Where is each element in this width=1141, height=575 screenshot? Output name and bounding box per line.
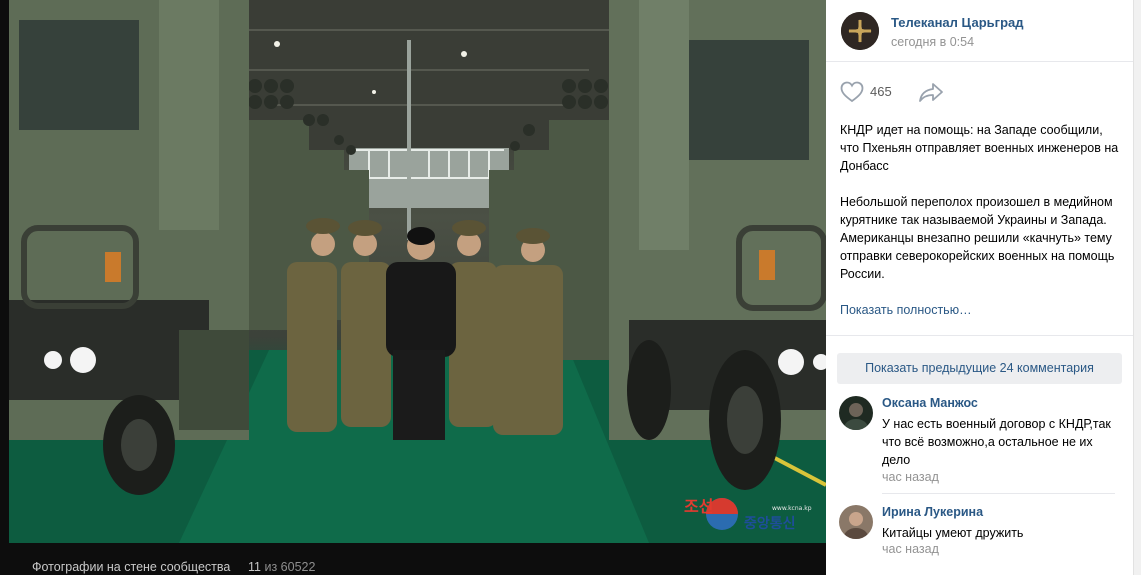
post-time[interactable]: сегодня в 0:54	[891, 35, 974, 49]
group-avatar[interactable]	[841, 12, 879, 50]
svg-text:조선: 조선	[684, 497, 713, 516]
post-text: КНДР идет на помощь: на Западе сообщили,…	[840, 121, 1120, 301]
svg-text:중앙통신: 중앙통신	[744, 515, 796, 532]
factory-scene	[9, 0, 826, 543]
photo-counter: 11 из 60522	[248, 560, 316, 574]
post-paragraph-1: КНДР идет на помощь: на Западе сообщили,…	[840, 123, 1119, 173]
post-panel: Телеканал Царьград сегодня в 0:54 465 КН…	[826, 0, 1133, 575]
heart-icon[interactable]	[840, 81, 864, 103]
group-name-link[interactable]: Телеканал Царьград	[891, 15, 1024, 30]
comment-author-link[interactable]: Оксана Манжос	[882, 396, 978, 410]
comment-divider	[882, 493, 1115, 494]
user-avatar[interactable]	[839, 505, 873, 539]
comment-text: Китайцы умеют дружить	[882, 526, 1024, 540]
comment-author-link[interactable]: Ирина Лукерина	[882, 505, 983, 519]
scrollbar[interactable]	[1133, 0, 1141, 575]
post-actions: 465	[826, 63, 1133, 119]
comment-text: У нас есть военный договор с КНДР,так чт…	[882, 417, 1111, 467]
post-header: Телеканал Царьград сегодня в 0:54	[826, 0, 1133, 62]
comments-section: Показать предыдущие 24 комментария Оксан…	[826, 335, 1133, 575]
comment-time[interactable]: час назад	[882, 470, 939, 484]
post-paragraph-2: Небольшой переполох произошел в медийном…	[840, 195, 1115, 281]
viewer-footer: Фотографии на стене сообщества 11 из 605…	[0, 543, 826, 575]
share-arrow-icon[interactable]	[918, 81, 944, 103]
show-full-link[interactable]: Показать полностью…	[840, 303, 972, 317]
kcna-watermark: 조선 중앙통신 www.kcna.kp	[680, 492, 820, 532]
svg-text:www.kcna.kp: www.kcna.kp	[772, 505, 812, 512]
post-photo[interactable]: 조선 중앙통신 www.kcna.kp	[9, 0, 826, 543]
like-count: 465	[870, 84, 892, 99]
show-previous-comments-button[interactable]: Показать предыдущие 24 комментария	[837, 353, 1122, 384]
officers-group	[287, 218, 563, 440]
comment-time[interactable]: час назад	[882, 542, 939, 556]
album-link[interactable]: Фотографии на стене сообщества	[32, 560, 230, 574]
photo-viewer: 조선 중앙통신 www.kcna.kp Фотографии на стене …	[0, 0, 826, 575]
user-avatar[interactable]	[839, 396, 873, 430]
